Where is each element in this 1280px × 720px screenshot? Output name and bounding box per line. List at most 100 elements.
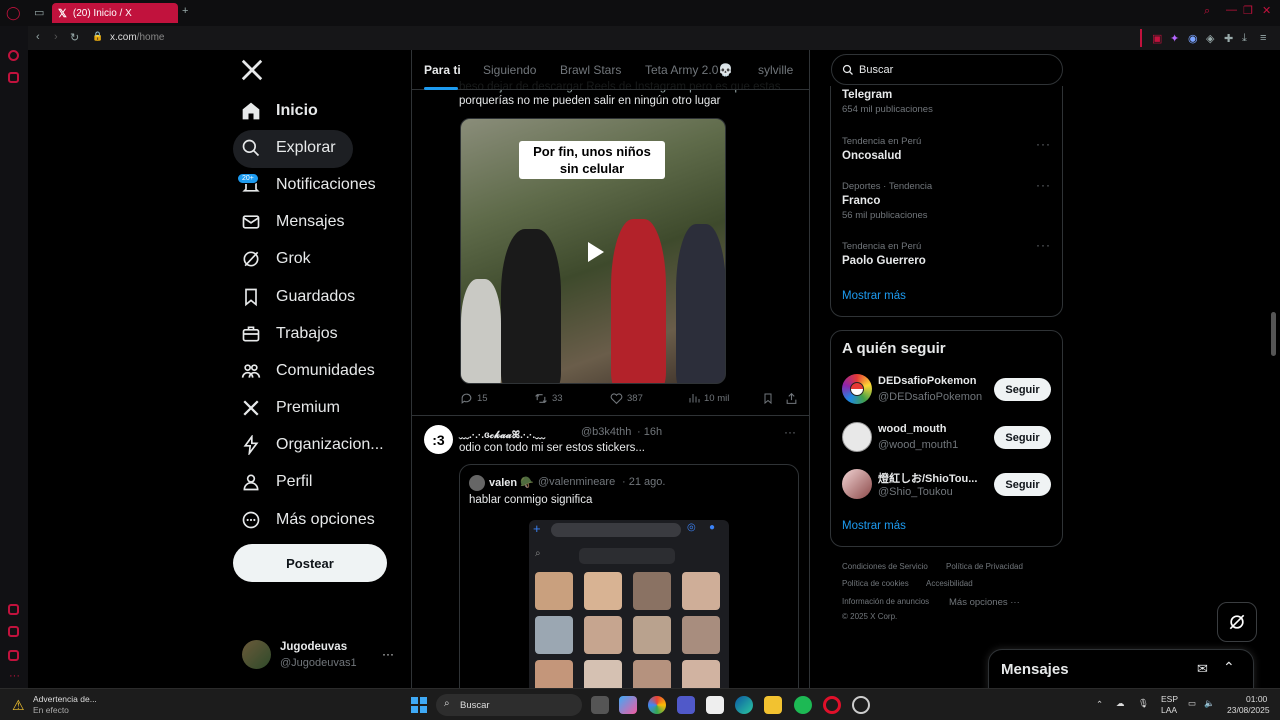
nav-item-notificaciones[interactable]: Notificaciones	[240, 168, 376, 202]
nav-item-trabajos[interactable]: Trabajos	[240, 317, 338, 351]
page-scrollbar[interactable]	[1271, 312, 1276, 356]
new-tab-icon[interactable]: +	[182, 5, 188, 17]
tab-brawl-stars[interactable]: Brawl Stars	[560, 63, 621, 77]
follow-show-more-link[interactable]: Mostrar más	[842, 520, 906, 532]
volume-icon[interactable]: 🔈	[1204, 698, 1215, 709]
quoted-tweet[interactable]: valen 🪖 @valenmineare · 21 ago. hablar c…	[459, 464, 799, 688]
reload-icon[interactable]: ↻	[70, 31, 79, 44]
menu-icon[interactable]: ≡	[1260, 32, 1266, 44]
forward-icon[interactable]: ›	[54, 31, 58, 43]
play-icon[interactable]	[579, 237, 609, 267]
tweet-time[interactable]: · 16h	[637, 426, 662, 438]
account-more-icon[interactable]: ···	[382, 647, 394, 661]
sidebar-app-icon[interactable]	[8, 604, 19, 615]
tweet-author-name[interactable]: ﹏.·.·.ɞ𝓬𝓴𝓪𝓪ꕤ.·.·.﹏	[459, 426, 545, 441]
retweet-button[interactable]: 33	[534, 392, 563, 405]
maximize-icon[interactable]: ❐	[1243, 4, 1253, 17]
footer-link[interactable]: Accesibilidad	[926, 579, 973, 588]
post-button[interactable]: Postear	[233, 544, 387, 582]
quote-image[interactable]: + ◎ ● ⌕	[529, 520, 729, 688]
nav-item-perfil[interactable]: Perfil	[240, 465, 312, 499]
tweet[interactable]: beso dejar de descargar Reels de Instagr…	[412, 50, 809, 416]
sidebar-more-icon[interactable]: ···	[9, 670, 20, 682]
tweet-video[interactable]: Por fin, unos niños sin celular	[460, 118, 726, 384]
tweet-more-icon[interactable]: ···	[784, 425, 796, 439]
chevron-up-icon[interactable]: ⌃	[1223, 659, 1235, 676]
weather-title[interactable]: Advertencia de...	[33, 694, 97, 704]
bookmark-button[interactable]	[762, 392, 778, 405]
workspaces-icon[interactable]: ▭	[34, 6, 44, 19]
nav-item-inicio[interactable]: Inicio	[240, 94, 318, 128]
footer-link[interactable]: Información de anuncios	[842, 597, 929, 606]
nav-item-comunidades[interactable]: Comunidades	[240, 354, 375, 388]
close-window-icon[interactable]: ✕	[1262, 4, 1271, 17]
trend-more-icon[interactable]: ···	[1036, 238, 1051, 252]
trend-item[interactable]: Tendencia en Perú Oncosalud ···	[842, 136, 1052, 166]
sidebar-app-icon[interactable]	[8, 626, 19, 637]
follow-suggestion[interactable]: wood_mouth @wood_mouth1 Seguir	[842, 421, 1057, 455]
back-icon[interactable]: ‹	[36, 31, 40, 43]
file-explorer-icon[interactable]	[764, 696, 782, 714]
follow-suggestion[interactable]: DEDsafioPokemon @DEDsafioPokemon Seguir	[842, 373, 1057, 407]
extensions-icon[interactable]: ✚	[1224, 32, 1233, 45]
trend-more-icon[interactable]: ···	[1036, 178, 1051, 192]
follow-button[interactable]: Seguir	[994, 426, 1051, 449]
opera-gx-icon[interactable]	[852, 696, 870, 714]
footer-link[interactable]: Política de cookies	[842, 579, 909, 588]
reply-button[interactable]: 15	[460, 392, 488, 405]
browser-tab-active[interactable]: 𝕏 (20) Inicio / X	[52, 3, 178, 23]
extension-icon[interactable]: ▣	[1152, 32, 1162, 45]
trend-more-icon[interactable]: ···	[1036, 137, 1051, 151]
share-button[interactable]	[785, 392, 802, 405]
copilot-icon[interactable]	[619, 696, 637, 714]
grok-button[interactable]	[1217, 602, 1257, 642]
tab-sylville[interactable]: sylville	[758, 63, 793, 77]
search-tabs-icon[interactable]: ⌕	[1204, 5, 1210, 18]
spotify-icon[interactable]	[794, 696, 812, 714]
sidebar-app-icon[interactable]	[8, 72, 19, 83]
views-button[interactable]: 10 mil	[688, 392, 729, 404]
new-message-icon[interactable]: ✉	[1197, 661, 1208, 677]
mic-icon[interactable]: 🎙	[1138, 698, 1149, 709]
sidebar-app-icon[interactable]	[8, 650, 19, 661]
trends-show-more-link[interactable]: Mostrar más	[842, 290, 906, 302]
sidebar-app-icon[interactable]	[8, 50, 19, 61]
nav-item-explorar[interactable]: Explorar	[240, 131, 336, 165]
trend-item[interactable]: Tendencia en Perú Paolo Guerrero ···	[842, 238, 1052, 271]
url-field[interactable]: x.com/home	[110, 32, 164, 43]
follow-suggestion[interactable]: 燈紅しお/ShioTou... @Shio_Toukou Seguir	[842, 468, 1057, 502]
opera-logo-icon[interactable]: ◯	[6, 5, 21, 21]
footer-link[interactable]: Política de Privacidad	[946, 562, 1023, 571]
nav-item-premium[interactable]: Premium	[240, 391, 340, 425]
task-view-icon[interactable]	[591, 696, 609, 714]
minimize-icon[interactable]: —	[1226, 4, 1237, 16]
follow-button[interactable]: Seguir	[994, 473, 1051, 496]
tab-siguiendo[interactable]: Siguiendo	[483, 63, 536, 77]
wallet-icon[interactable]: ◈	[1206, 32, 1214, 45]
tab-teta-army[interactable]: Teta Army 2.0💀	[645, 63, 733, 77]
start-icon[interactable]	[411, 697, 427, 713]
edge-icon[interactable]	[735, 696, 753, 714]
tray-chevron-icon[interactable]: ⌃	[1096, 699, 1103, 710]
footer-more-link[interactable]: Más opciones ···	[949, 597, 1020, 608]
clock-time[interactable]: 01:00	[1246, 694, 1267, 704]
chrome-icon[interactable]	[648, 696, 666, 714]
x-logo-icon[interactable]	[241, 59, 265, 83]
nav-item-guardados[interactable]: Guardados	[240, 280, 355, 314]
opera-icon[interactable]	[823, 696, 841, 714]
onedrive-icon[interactable]: ☁	[1116, 698, 1125, 709]
taskbar-search[interactable]: ⌕ Buscar	[436, 694, 582, 716]
account-switcher[interactable]: Jugodeuvas @Jugodeuvas1 ···	[242, 640, 402, 674]
nav-item-mas-opciones[interactable]: Más opciones	[240, 503, 375, 537]
nav-item-mensajes[interactable]: Mensajes	[240, 205, 344, 239]
tweet-author-handle[interactable]: @b3k4thh	[581, 426, 631, 438]
nav-item-organizaciones[interactable]: Organizacion...	[240, 428, 384, 462]
trend-item[interactable]: Deportes · Tendencia Franco 56 mil publi…	[842, 178, 1052, 226]
language-code[interactable]: ESP	[1161, 694, 1178, 704]
trend-item[interactable]: Telegram 654 mil publicaciones	[842, 89, 1052, 125]
extension-icon[interactable]: ✦	[1170, 32, 1179, 45]
network-icon[interactable]: ▭	[1188, 698, 1196, 709]
download-icon[interactable]: ⤓	[1242, 32, 1247, 45]
tweet-avatar[interactable]: :3	[424, 425, 453, 454]
footer-link[interactable]: Condiciones de Servicio	[842, 562, 928, 571]
